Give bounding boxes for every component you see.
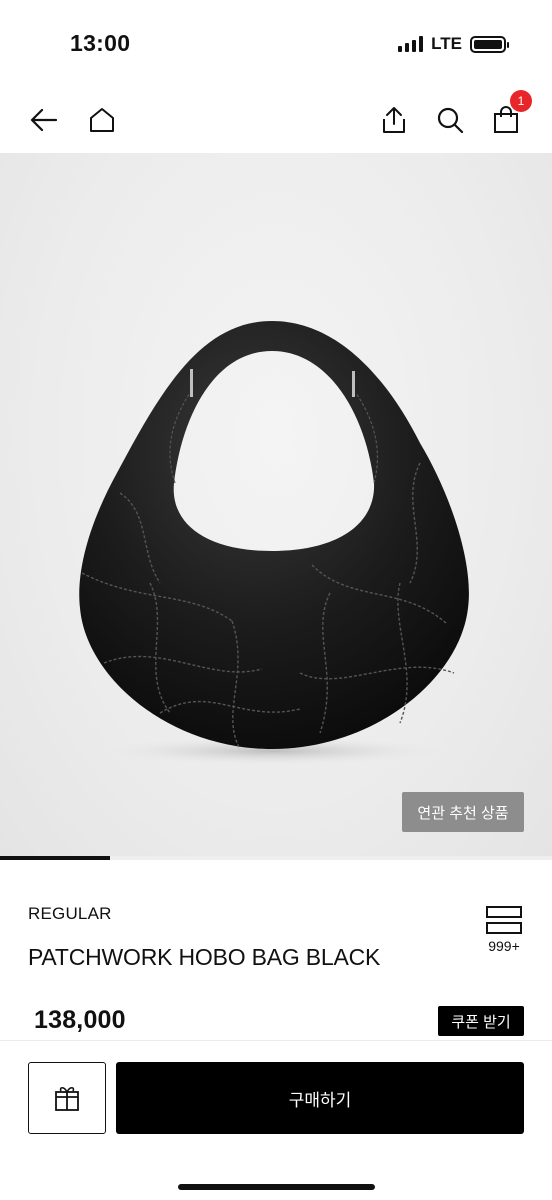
status-bar: 13:00 LTE: [0, 0, 552, 88]
gift-icon: [55, 1086, 79, 1111]
product-gallery[interactable]: 연관 추천 상품: [0, 153, 552, 859]
status-indicators: LTE: [398, 34, 509, 54]
bag-image: [79, 321, 469, 765]
price: 138,000: [34, 1006, 126, 1034]
back-button[interactable]: [22, 98, 66, 142]
search-button[interactable]: [428, 98, 472, 142]
like-count: 999+: [488, 938, 520, 954]
share-button[interactable]: [372, 98, 416, 142]
status-time: 13:00: [70, 30, 131, 56]
cart-badge: 1: [510, 90, 532, 112]
home-icon: [90, 108, 114, 132]
battery-icon: [470, 35, 509, 53]
home-button[interactable]: [80, 98, 124, 142]
like-button[interactable]: 999+: [478, 906, 530, 954]
brand-name[interactable]: REGULAR: [28, 904, 112, 924]
back-arrow-icon: [30, 108, 58, 132]
cart-button[interactable]: 1: [484, 90, 532, 142]
gallery-progress: [0, 856, 552, 860]
network-label: LTE: [431, 34, 462, 53]
buy-button[interactable]: 구매하기: [116, 1062, 524, 1134]
product-name: PATCHWORK HOBO BAG BLACK: [28, 944, 381, 970]
share-icon: [383, 107, 405, 133]
wishlist-icon: [486, 906, 522, 934]
related-products-button[interactable]: 연관 추천 상품: [402, 792, 524, 832]
gallery-progress-fill: [0, 856, 111, 860]
purchase-bar: 구매하기: [0, 1040, 552, 1200]
gift-button[interactable]: [28, 1062, 106, 1134]
coupon-button[interactable]: 쿠폰 받기: [438, 1006, 524, 1036]
home-indicator: [178, 1184, 375, 1190]
top-nav: 1: [0, 90, 552, 150]
signal-icon: [398, 36, 424, 52]
search-icon: [437, 107, 464, 134]
